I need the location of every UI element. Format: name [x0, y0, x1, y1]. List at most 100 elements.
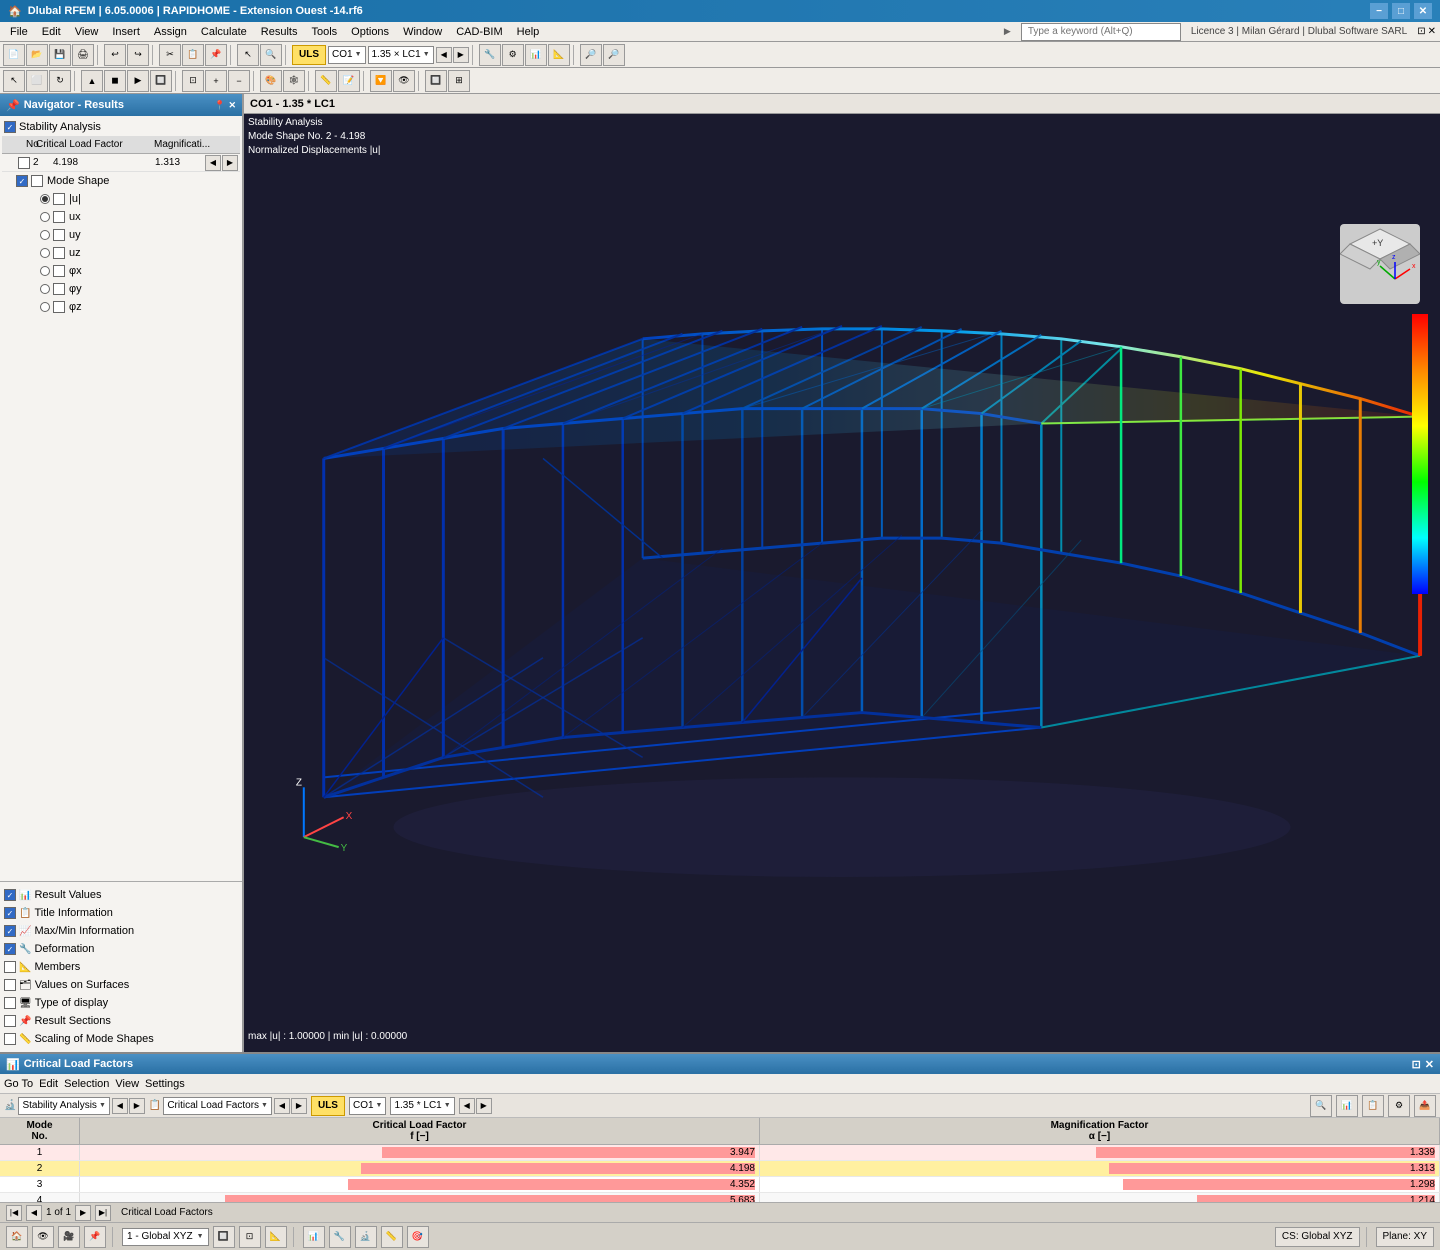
minimize-button[interactable]: −: [1370, 3, 1388, 19]
table-combo[interactable]: Critical Load Factors ▼: [163, 1097, 272, 1115]
mode-shape-sub-checkbox[interactable]: [31, 175, 43, 187]
mem-checkbox[interactable]: [4, 961, 16, 973]
checkbox-uy[interactable]: [53, 229, 65, 241]
rs-checkbox[interactable]: [4, 1015, 16, 1027]
select-button[interactable]: ↖: [237, 44, 259, 66]
results-resize-icon[interactable]: ⊡: [1412, 1058, 1421, 1071]
measure-button[interactable]: 📏: [315, 70, 337, 92]
radio-u[interactable]: [40, 194, 50, 204]
row2-prev[interactable]: ◀: [205, 155, 221, 171]
maximize-button[interactable]: □: [1392, 3, 1410, 19]
radio-uy[interactable]: [40, 230, 50, 240]
mode-u-row[interactable]: |u|: [2, 190, 240, 208]
radio-phix[interactable]: [40, 266, 50, 276]
title-bar-controls[interactable]: − □ ✕: [1370, 3, 1432, 19]
mode-phiy-row[interactable]: φy: [2, 280, 240, 298]
status-icon-4[interactable]: 📌: [84, 1226, 106, 1248]
mode-phix-row[interactable]: φx: [2, 262, 240, 280]
menu-edit[interactable]: Edit: [36, 25, 67, 39]
table-next[interactable]: ▶: [291, 1098, 307, 1114]
checkbox-phix[interactable]: [53, 265, 65, 277]
td-checkbox[interactable]: [4, 997, 16, 1009]
nav-close-icon[interactable]: ✕: [228, 100, 236, 111]
menu-calculate[interactable]: Calculate: [195, 25, 253, 39]
radio-phiz[interactable]: [40, 302, 50, 312]
save-button[interactable]: 💾: [49, 44, 71, 66]
zoom-in[interactable]: +: [205, 70, 227, 92]
view-side[interactable]: ▶: [127, 70, 149, 92]
menu-results[interactable]: Results: [255, 25, 304, 39]
tb-icon-4[interactable]: 📐: [548, 44, 570, 66]
values-surfaces-row[interactable]: 🗂 Values on Surfaces: [2, 976, 240, 994]
vs-checkbox[interactable]: [4, 979, 16, 991]
mode-ux-row[interactable]: ux: [2, 208, 240, 226]
zoom-out[interactable]: −: [228, 70, 250, 92]
status-icon-3[interactable]: 🎥: [58, 1226, 80, 1248]
results-next[interactable]: ▶: [476, 1098, 492, 1114]
nav-cube[interactable]: +Y x y z: [1340, 224, 1420, 304]
radio-ux[interactable]: [40, 212, 50, 222]
snap-button[interactable]: 🔲: [425, 70, 447, 92]
cursor-button[interactable]: ↖: [3, 70, 25, 92]
checkbox-ux[interactable]: [53, 211, 65, 223]
menu-tools[interactable]: Tools: [305, 25, 343, 39]
results-selection[interactable]: Selection: [64, 1078, 109, 1090]
mode-uz-row[interactable]: uz: [2, 244, 240, 262]
combo2-combo[interactable]: 1.35 × LC1 ▼: [368, 46, 434, 64]
maxmin-row[interactable]: ✓ 📈 Max/Min Information: [2, 922, 240, 940]
results-co1-combo[interactable]: CO1 ▼: [349, 1097, 387, 1115]
rt-tb-4[interactable]: ⚙: [1388, 1095, 1410, 1117]
paste-button[interactable]: 📌: [205, 44, 227, 66]
results-settings[interactable]: Settings: [145, 1078, 185, 1090]
filter-button[interactable]: 🔽: [370, 70, 392, 92]
undo-button[interactable]: ↩: [104, 44, 126, 66]
license-resize[interactable]: ⊡: [1417, 26, 1425, 37]
redo-button[interactable]: ↪: [127, 44, 149, 66]
menu-help[interactable]: Help: [511, 25, 546, 39]
copy-button[interactable]: 📋: [182, 44, 204, 66]
results-close-icon[interactable]: ✕: [1425, 1058, 1434, 1071]
mode-shape-row[interactable]: ✓ Mode Shape: [2, 172, 240, 190]
table-prev[interactable]: ◀: [274, 1098, 290, 1114]
menu-file[interactable]: File: [4, 25, 34, 39]
checkbox-u[interactable]: [53, 193, 65, 205]
rt-row-4[interactable]: 4 5.683 1.214: [0, 1193, 1440, 1202]
mm-checkbox[interactable]: ✓: [4, 925, 16, 937]
status-tb-5[interactable]: 🔧: [329, 1226, 351, 1248]
combo1-combo[interactable]: CO1 ▼: [328, 46, 366, 64]
render-button[interactable]: 🎨: [260, 70, 282, 92]
status-tb-1[interactable]: 🔲: [213, 1226, 235, 1248]
viewport[interactable]: CO1 - 1.35 * LC1 Stability Analysis Mode…: [244, 94, 1440, 1052]
scaling-row[interactable]: 📏 Scaling of Mode Shapes: [2, 1030, 240, 1048]
rotate-button[interactable]: ↻: [49, 70, 71, 92]
rt-row-3[interactable]: 3 4.352 1.298: [0, 1177, 1440, 1193]
select-all-button[interactable]: ⬜: [26, 70, 48, 92]
menu-cad-bim[interactable]: CAD-BIM: [450, 25, 508, 39]
wire-button[interactable]: 🕸: [283, 70, 305, 92]
tb-icon-6[interactable]: 🔎: [603, 44, 625, 66]
rt-tb-1[interactable]: 🔍: [1310, 1095, 1332, 1117]
tb-icon-1[interactable]: 🔧: [479, 44, 501, 66]
rt-tb-3[interactable]: 📋: [1362, 1095, 1384, 1117]
license-close[interactable]: ✕: [1428, 26, 1436, 37]
view-front[interactable]: ◼: [104, 70, 126, 92]
rt-tb-2[interactable]: 📊: [1336, 1095, 1358, 1117]
analysis-combo[interactable]: Stability Analysis ▼: [18, 1097, 109, 1115]
type-display-row[interactable]: 🖥 Type of display: [2, 994, 240, 1012]
menu-insert[interactable]: Insert: [106, 25, 146, 39]
menu-view[interactable]: View: [69, 25, 105, 39]
open-button[interactable]: 📂: [26, 44, 48, 66]
print-button[interactable]: 🖨: [72, 44, 94, 66]
grid-button[interactable]: ⊞: [448, 70, 470, 92]
result-values-row[interactable]: ✓ 📊 Result Values: [2, 886, 240, 904]
checkbox-uz[interactable]: [53, 247, 65, 259]
status-tb-2[interactable]: ⊡: [239, 1226, 261, 1248]
visibility-button[interactable]: 👁: [393, 70, 415, 92]
status-tb-8[interactable]: 🎯: [407, 1226, 429, 1248]
menu-window[interactable]: Window: [397, 25, 448, 39]
rt-tb-5[interactable]: 📤: [1414, 1095, 1436, 1117]
mode-shape-checkbox[interactable]: ✓: [16, 175, 28, 187]
close-button[interactable]: ✕: [1414, 3, 1432, 19]
tb-icon-3[interactable]: 📊: [525, 44, 547, 66]
status-tb-7[interactable]: 📏: [381, 1226, 403, 1248]
